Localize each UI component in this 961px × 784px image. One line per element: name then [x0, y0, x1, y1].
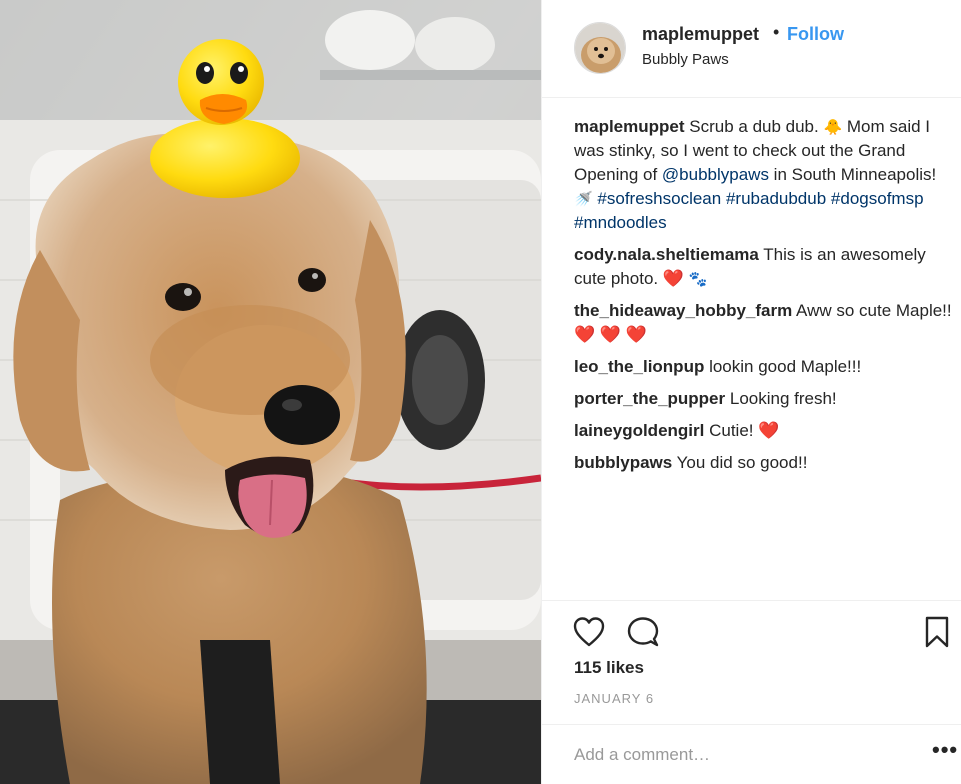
avatar[interactable]	[574, 22, 626, 74]
post-details-panel: maplemuppet • Follow Bubbly Paws maplemu…	[541, 0, 961, 784]
location-link[interactable]: Bubbly Paws	[642, 51, 729, 68]
comment-item: leo_the_lionpup lookin good Maple!!!	[574, 355, 954, 379]
comment-username[interactable]: porter_the_pupper	[574, 389, 725, 408]
dog-with-rubber-duck-image	[0, 0, 541, 784]
comment-username[interactable]: cody.nala.sheltiemama	[574, 245, 759, 264]
dog-avatar-icon	[575, 23, 625, 73]
mention-link[interactable]: @bubblypaws	[662, 165, 769, 184]
hashtag-link[interactable]: #mndoodles	[574, 213, 667, 232]
hearts-emoji-icon: ❤️ ❤️ ❤️	[574, 325, 647, 344]
caption-text-1: Scrub a dub dub.	[684, 117, 824, 136]
caption-text-3: in South Minneapolis!	[768, 165, 937, 184]
action-bar: 115 likes JANUARY 6	[542, 600, 961, 724]
heart-emoji-icon: ❤️	[758, 421, 780, 440]
hashtag-link[interactable]: #rubadubdub	[726, 189, 826, 208]
hashtag-link[interactable]: #sofreshsoclean	[597, 189, 721, 208]
comment-input[interactable]	[574, 742, 874, 768]
comment-item: laineygoldengirl Cutie! ❤️	[574, 419, 954, 443]
caption: maplemuppet Scrub a dub dub. 🐥 Mom said …	[574, 115, 954, 235]
comment-item: the_hideaway_hobby_farm Aww so cute Mapl…	[574, 299, 954, 347]
heart-emoji-icon: ❤️	[662, 269, 685, 288]
hashtag-link[interactable]: #dogsofmsp	[831, 189, 924, 208]
post-header: maplemuppet • Follow Bubbly Paws	[542, 0, 961, 98]
comment-text: Looking fresh!	[725, 389, 837, 408]
speech-bubble-icon	[627, 617, 659, 647]
bookmark-icon	[925, 616, 949, 648]
comment-text: Cutie!	[704, 421, 759, 440]
comment-username[interactable]: laineygoldengirl	[574, 421, 704, 440]
post-photo[interactable]	[0, 0, 541, 784]
caption-username[interactable]: maplemuppet	[574, 117, 685, 136]
comment-item: bubblypaws You did so good!!	[574, 451, 954, 475]
comment-text: You did so good!!	[672, 453, 808, 472]
post-container: maplemuppet • Follow Bubbly Paws maplemu…	[0, 0, 961, 784]
save-button[interactable]	[924, 615, 950, 649]
comment-text: Aww so cute Maple!!	[792, 301, 952, 320]
comment-item: porter_the_pupper Looking fresh!	[574, 387, 954, 411]
comment-username[interactable]: bubblypaws	[574, 453, 672, 472]
follow-button[interactable]: Follow	[787, 24, 844, 45]
like-button[interactable]	[572, 615, 606, 649]
comment-username[interactable]: the_hideaway_hobby_farm	[574, 301, 792, 320]
comment-username[interactable]: leo_the_lionpup	[574, 357, 704, 376]
paw-prints-emoji-icon: 🐾	[688, 270, 708, 288]
comment-text: lookin good Maple!!!	[704, 357, 862, 376]
likes-count[interactable]: 115 likes	[574, 658, 644, 678]
header-separator: •	[773, 22, 780, 42]
more-options-button[interactable]: •••	[932, 737, 958, 763]
comment-button[interactable]	[626, 615, 660, 649]
heart-outline-icon	[573, 617, 605, 647]
comment-item: cody.nala.sheltiemama This is an awesome…	[574, 243, 954, 291]
add-comment-bar: •••	[542, 724, 961, 784]
post-date: JANUARY 6	[574, 691, 655, 706]
shower-emoji-icon: 🚿	[574, 190, 593, 208]
comments-list: maplemuppet Scrub a dub dub. 🐥 Mom said …	[574, 115, 954, 483]
chick-emoji-icon: 🐥	[823, 118, 843, 136]
header-username[interactable]: maplemuppet	[642, 24, 759, 45]
